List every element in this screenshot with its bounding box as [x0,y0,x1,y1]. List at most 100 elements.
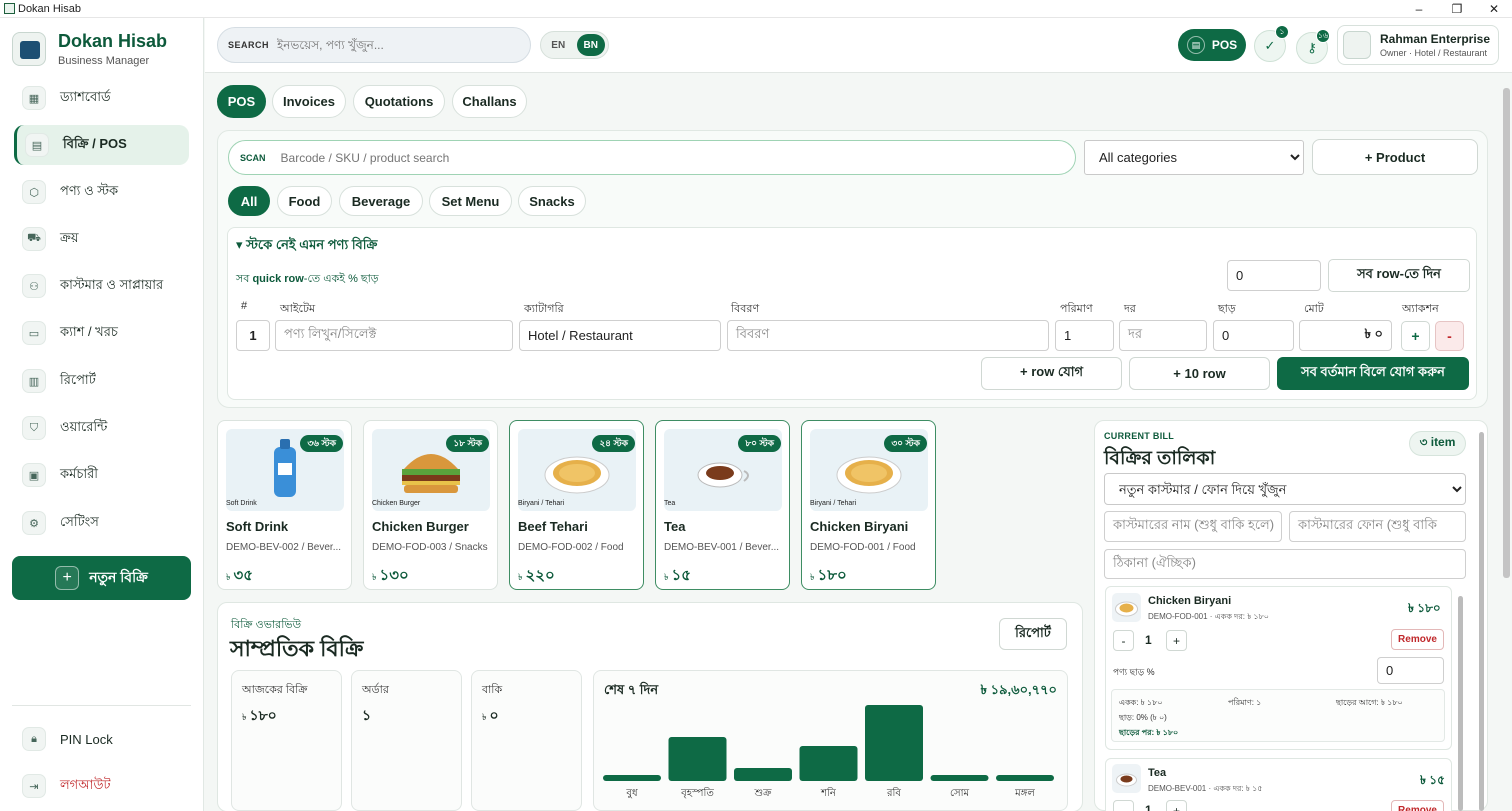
logout-button[interactable]: ⇥ লগআউট [14,766,189,806]
remove-item-button[interactable]: Remove [1391,800,1444,811]
stat-value-number: ১৮০ [249,707,277,723]
stat-label: আজকের বিক্রি [242,684,308,696]
bill-title: বিক্রির তালিকা [1104,448,1216,469]
sidebar-item[interactable]: ▣ কর্মচারী [14,455,189,495]
product-card[interactable]: ৮০ স্টক Tea Tea DEMO-BEV-001 / Bever... ৳ ১৫ [655,420,790,590]
apply-all-rows-button[interactable]: সব row-তে দিন [1328,259,1470,292]
pos-button[interactable]: ▤ POS [1178,29,1246,61]
chip-all[interactable]: All [228,186,270,216]
bulk-discount-input[interactable]: 0 [1227,260,1321,291]
page-scrollbar[interactable] [1503,88,1510,578]
stat-label: অর্ডার [362,684,389,696]
scan-input[interactable] [280,150,981,165]
new-sale-button[interactable]: + নতুন বিক্রি [12,556,191,600]
sidebar-item[interactable]: ▭ ক্যাশ / খরচ [14,313,189,353]
category-select[interactable]: All categories [1084,140,1304,175]
brand-name: Dokan Hisab [58,31,168,51]
row-add-button[interactable]: + [1401,321,1430,351]
customer-name-input[interactable]: কাস্টমারের নাম (শুধু বাকি হলে) [1104,511,1282,542]
calendar-icon: ▣ [22,463,46,487]
maximize-icon[interactable]: ❐ [1447,1,1467,17]
qty-decrease-button[interactable]: - [1113,800,1134,811]
currency-symbol: ৳ [482,712,487,722]
description-input[interactable]: বিবরণ [727,320,1049,351]
quick-sub-pre: সব [236,273,253,285]
breakdown-amount: পরিমাণ: ১ [1228,698,1262,707]
language-toggle[interactable]: EN BN [540,31,609,59]
sidebar-divider [12,705,191,706]
item-input[interactable]: পণ্য লিখুন/সিলেক্ট [275,320,513,351]
bill-items-scrollbar[interactable] [1458,596,1463,811]
sidebar-item[interactable]: ⛉ ওয়ারেন্টি [14,408,189,448]
product-price: ৳ ২২০ [518,564,555,589]
minimize-icon[interactable]: – [1409,1,1429,17]
sidebar-item[interactable]: ⬡ পণ্য ও স্টক [14,172,189,212]
pin-lock-button[interactable]: 🔒︎ PIN Lock [14,719,189,759]
tab-invoices[interactable]: Invoices [272,85,346,118]
stat-value: ৳ ১৮০ [242,704,277,728]
product-card[interactable]: ৩০ স্টক Biryani / Tehari Chicken Biryani DE… [801,420,936,590]
product-sku: DEMO-FOD-002 / Food [518,542,624,553]
bill-item-qty: 1 [1145,633,1152,647]
product-name: Chicken Burger [372,519,469,534]
product-card[interactable]: ৩৬ স্টক Soft Drink Soft Drink DEMO-BEV-002 … [217,420,352,590]
key-icon: ⚷ [1307,40,1317,55]
add-row-button[interactable]: + row যোগ [981,357,1122,390]
global-search[interactable]: SEARCH [217,27,531,63]
category-input[interactable]: Hotel / Restaurant [519,320,721,351]
row-discount-input[interactable]: 0 [1213,320,1294,351]
customer-select[interactable]: নতুন কাস্টমার / ফোন দিয়ে খুঁজুন [1104,473,1466,505]
qty-input[interactable]: 1 [1055,320,1114,351]
stat-card: বাকি ৳ ০ [471,670,582,811]
sidebar-item[interactable]: ▤ বিক্রি / POS [14,125,189,165]
stat-value-number: ০ [489,707,499,723]
product-card[interactable]: ২৪ স্টক Biryani / Tehari Beef Tehari DEMO-F… [509,420,644,590]
sidebar-item[interactable]: ⚙ সেটিংস [14,503,189,543]
row-remove-button[interactable]: - [1435,321,1464,351]
lang-bn-option[interactable]: BN [576,34,605,56]
tab-quotations[interactable]: Quotations [353,85,445,118]
chip-set-menu[interactable]: Set Menu [429,186,512,216]
product-price: ৳ ১৮০ [810,564,847,589]
add-product-button[interactable]: + Product [1312,139,1478,175]
quick-sale-title[interactable]: ▾ স্টকে নেই এমন পণ্য বিক্রি [236,236,377,257]
chip-snacks[interactable]: Snacks [518,186,586,216]
add-all-to-bill-button[interactable]: সব বর্তমান বিলে যোগ করুন [1277,357,1469,390]
close-icon[interactable]: ✕ [1484,1,1504,17]
address-input[interactable]: ঠিকানা (ঐচ্ছিক) [1104,549,1466,579]
qty-increase-button[interactable]: + [1166,630,1187,651]
product-card[interactable]: ১৮ স্টক Chicken Burger Chicken Burger DEMO-… [363,420,498,590]
rate-placeholder: দর [1128,326,1142,341]
search-input[interactable] [277,38,518,52]
rate-input[interactable]: দর [1119,320,1207,351]
chip-food[interactable]: Food [277,186,332,216]
chip-beverage[interactable]: Beverage [339,186,423,216]
chart-bar [930,775,989,781]
bar-chart-icon: ▥ [22,369,46,393]
scan-bar[interactable]: SCAN [228,140,1076,175]
remove-item-button[interactable]: Remove [1391,629,1444,650]
business-profile[interactable]: Rahman Enterprise Owner · Hotel / Restau… [1337,25,1499,65]
breakdown-after: ছাড়ের পর: ৳ ১৮০ [1119,728,1179,737]
sidebar-item[interactable]: ▦ ড্যাশবোর্ড [14,78,189,118]
bill-scrollbar[interactable] [1479,432,1484,811]
product-price: ৳ ১৫ [664,564,691,589]
add-ten-rows-button[interactable]: + 10 row [1129,357,1270,390]
customer-phone-input[interactable]: কাস্টমারের ফোন (শুধু বাকি [1289,511,1466,542]
tab-pos[interactable]: POS [217,85,266,118]
bill-item-name: Chicken Biryani [1148,595,1232,607]
qty-increase-button[interactable]: + [1166,800,1187,811]
lang-en-option[interactable]: EN [544,34,573,56]
product-image-caption: Tea [664,500,676,507]
qty-decrease-button[interactable]: - [1113,630,1134,651]
tab-challans[interactable]: Challans [452,85,527,118]
bill-kicker: CURRENT BILL [1104,431,1175,441]
stock-badge: ৩৬ স্টক [300,435,343,452]
sidebar-item[interactable]: ▥ রিপোর্ট [14,361,189,401]
sidebar-item-label: সেটিংস [60,513,99,529]
report-button[interactable]: রিপোর্ট [999,618,1067,650]
sidebar-item[interactable]: ⚇ কাস্টমার ও সাপ্লায়ার [14,266,189,306]
business-avatar [1343,31,1371,59]
sidebar-item[interactable]: ⛟ ক্রয় [14,219,189,259]
item-discount-input[interactable]: 0 [1377,657,1444,684]
